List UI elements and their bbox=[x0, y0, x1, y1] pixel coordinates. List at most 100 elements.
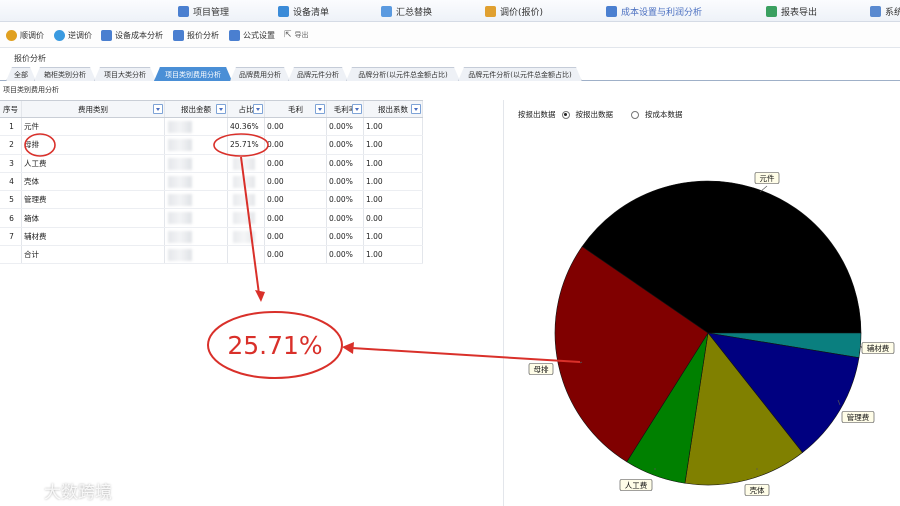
cell-profit-rate: 0.00% bbox=[327, 118, 364, 136]
callout-text: 25.71% bbox=[227, 331, 322, 360]
header-coefficient[interactable]: 报出系数 bbox=[364, 101, 423, 117]
table-row[interactable]: 2 母排 25.71% 0.00 0.00% 1.00 bbox=[0, 136, 423, 155]
filter-dropdown-icon[interactable] bbox=[216, 104, 226, 114]
cell-ratio: 40.36% bbox=[228, 118, 265, 136]
cell-profit-rate: 0.00% bbox=[327, 209, 364, 227]
menu-cost-profit[interactable]: 成本设置与利润分析 bbox=[606, 4, 702, 18]
radio-label: 按报出数据 bbox=[575, 110, 614, 119]
quote-analysis-button[interactable]: 报价分析 bbox=[173, 28, 219, 42]
export-icon: ⇱ bbox=[284, 30, 292, 40]
redacted-ratio bbox=[233, 175, 255, 188]
redacted-amount bbox=[168, 139, 192, 152]
export-button[interactable]: ⇱ 导出 bbox=[284, 28, 309, 42]
header-category[interactable]: 费用类别 bbox=[22, 101, 165, 117]
cell-profit-rate: 0.00% bbox=[327, 246, 364, 264]
radio-quoted-data[interactable] bbox=[561, 110, 570, 119]
section-title: 报价分析 bbox=[14, 54, 46, 63]
reverse-adjust-button[interactable]: 逆调价 bbox=[54, 28, 92, 42]
radio-cost-data[interactable] bbox=[631, 110, 639, 119]
header-profit[interactable]: 毛利 bbox=[265, 101, 327, 117]
equipment-cost-analysis-button[interactable]: 设备成本分析 bbox=[101, 28, 163, 42]
header-label: 序号 bbox=[3, 104, 18, 114]
cell-coefficient: 1.00 bbox=[364, 154, 423, 172]
arrowhead bbox=[342, 342, 354, 354]
tab-brand-component-share[interactable]: 品牌元件分析(以元件总金额占比) bbox=[458, 67, 582, 81]
cell-profit: 0.00 bbox=[265, 154, 327, 172]
grid-caption: 项目类别费用分析 bbox=[3, 86, 59, 94]
report-icon bbox=[766, 5, 777, 17]
menu-summary-replace[interactable]: 汇总替换 bbox=[381, 4, 432, 18]
cell-category: 母排 bbox=[22, 136, 165, 154]
cell-no bbox=[0, 246, 22, 264]
menu-system[interactable]: 系统 bbox=[870, 4, 900, 18]
redacted-ratio bbox=[233, 230, 255, 243]
tab-cabinet-category[interactable]: 箱柜类别分析 bbox=[34, 67, 96, 81]
filter-dropdown-icon[interactable] bbox=[411, 104, 421, 114]
menu-price-adjust[interactable]: 调价(报价) bbox=[485, 4, 543, 18]
filter-dropdown-icon[interactable] bbox=[352, 104, 362, 114]
redacted-amount bbox=[168, 212, 192, 225]
header-label: 费用类别 bbox=[78, 104, 108, 114]
filter-dropdown-icon[interactable] bbox=[315, 104, 325, 114]
table-row[interactable]: 4 壳体 0.00 0.00% 1.00 bbox=[0, 172, 423, 192]
tab-brand-share[interactable]: 品牌分析(以元件总金额占比) bbox=[346, 67, 460, 81]
filter-dropdown-icon[interactable] bbox=[153, 104, 163, 114]
watermark-logo-icon bbox=[8, 480, 38, 501]
menu-label: 项目管理 bbox=[193, 7, 230, 18]
tab-brand-component[interactable]: 品牌元件分析 bbox=[288, 67, 348, 81]
cell-category: 合计 bbox=[22, 246, 165, 264]
filter-dropdown-icon[interactable] bbox=[253, 104, 263, 114]
forward-adjust-button[interactable]: 顺调价 bbox=[6, 28, 44, 42]
header-amount[interactable]: 报出金额 bbox=[165, 101, 228, 117]
cell-profit: 0.00 bbox=[265, 191, 327, 209]
radio-label: 按成本数据 bbox=[645, 110, 683, 119]
cell-profit: 0.00 bbox=[265, 209, 327, 227]
toolbar: 顺调价 逆调价 设备成本分析 报价分析 公式设置 ⇱ 导出 bbox=[0, 22, 900, 48]
menu-label: 汇总替换 bbox=[396, 7, 433, 18]
tab-project-major-category[interactable]: 项目大类分析 bbox=[94, 67, 156, 81]
cell-coefficient: 1.00 bbox=[364, 191, 423, 209]
arrowhead bbox=[255, 290, 265, 302]
table-row[interactable]: 7 辅材费 0.00 0.00% 1.00 bbox=[0, 227, 423, 247]
table-row[interactable]: 5 管理费 0.00 0.00% 1.00 bbox=[0, 191, 423, 210]
redacted-amount bbox=[168, 249, 192, 262]
cell-coefficient: 0.00 bbox=[364, 209, 423, 227]
cell-category: 辅材费 bbox=[22, 227, 165, 246]
toolbar-label: 顺调价 bbox=[20, 30, 44, 40]
list-icon bbox=[278, 5, 289, 17]
menu-equipment-list[interactable]: 设备清单 bbox=[278, 4, 329, 18]
formula-settings-button[interactable]: 公式设置 bbox=[229, 28, 275, 42]
table-row[interactable]: 1 元件 40.36% 0.00 0.00% 1.00 bbox=[0, 118, 423, 137]
cell-coefficient: 1.00 bbox=[364, 118, 423, 136]
table-row[interactable]: 6 箱体 0.00 0.00% 0.00 bbox=[0, 209, 423, 228]
cost-category-table: 序号 费用类别 报出金额 占比 毛利 毛利率 报出系数 1 元件 40.36% 0.0… bbox=[0, 100, 423, 265]
tab-all[interactable]: 全部 bbox=[6, 67, 36, 81]
cell-profit: 0.00 bbox=[265, 136, 327, 154]
redacted-amount bbox=[168, 121, 192, 133]
table-row[interactable]: 3 人工费 0.00 0.00% 1.00 bbox=[0, 154, 423, 173]
tab-project-category-cost[interactable]: 项目类别费用分析 bbox=[154, 67, 232, 81]
table-row[interactable]: 合计 0.00 0.00% 1.00 bbox=[0, 246, 423, 265]
header-profit-rate[interactable]: 毛利率 bbox=[327, 101, 364, 117]
cell-no: 3 bbox=[0, 154, 22, 172]
menu-project-management[interactable]: 项目管理 bbox=[178, 4, 229, 18]
table-body: 1 元件 40.36% 0.00 0.00% 1.00 2 母排 25.71% 0.00 0.00%… bbox=[0, 118, 423, 265]
watermark: 大数跨境 bbox=[8, 478, 112, 503]
watermark-text: 大数跨境 bbox=[44, 483, 112, 503]
cell-profit-rate: 0.00% bbox=[327, 154, 364, 172]
header-ratio[interactable]: 占比 bbox=[228, 101, 265, 117]
selector-label: 按报出数据 bbox=[518, 110, 556, 119]
redacted-amount bbox=[168, 157, 192, 170]
cell-coefficient: 1.00 bbox=[364, 136, 423, 154]
tab-brand-cost[interactable]: 品牌费用分析 bbox=[230, 67, 290, 81]
cell-no: 6 bbox=[0, 209, 22, 227]
menu-report-export[interactable]: 报表导出 bbox=[766, 4, 817, 18]
callout-ellipse bbox=[207, 311, 343, 379]
header-label: 毛利 bbox=[288, 104, 303, 114]
cell-ratio: 25.71% bbox=[228, 136, 265, 154]
replace-icon bbox=[381, 5, 392, 17]
chart-panel: 按报出数据 按报出数据 按成本数据 bbox=[503, 100, 900, 506]
menu-label: 设备清单 bbox=[293, 7, 330, 18]
toolbar-label: 导出 bbox=[294, 31, 309, 39]
toolbar-label: 报价分析 bbox=[187, 30, 219, 40]
